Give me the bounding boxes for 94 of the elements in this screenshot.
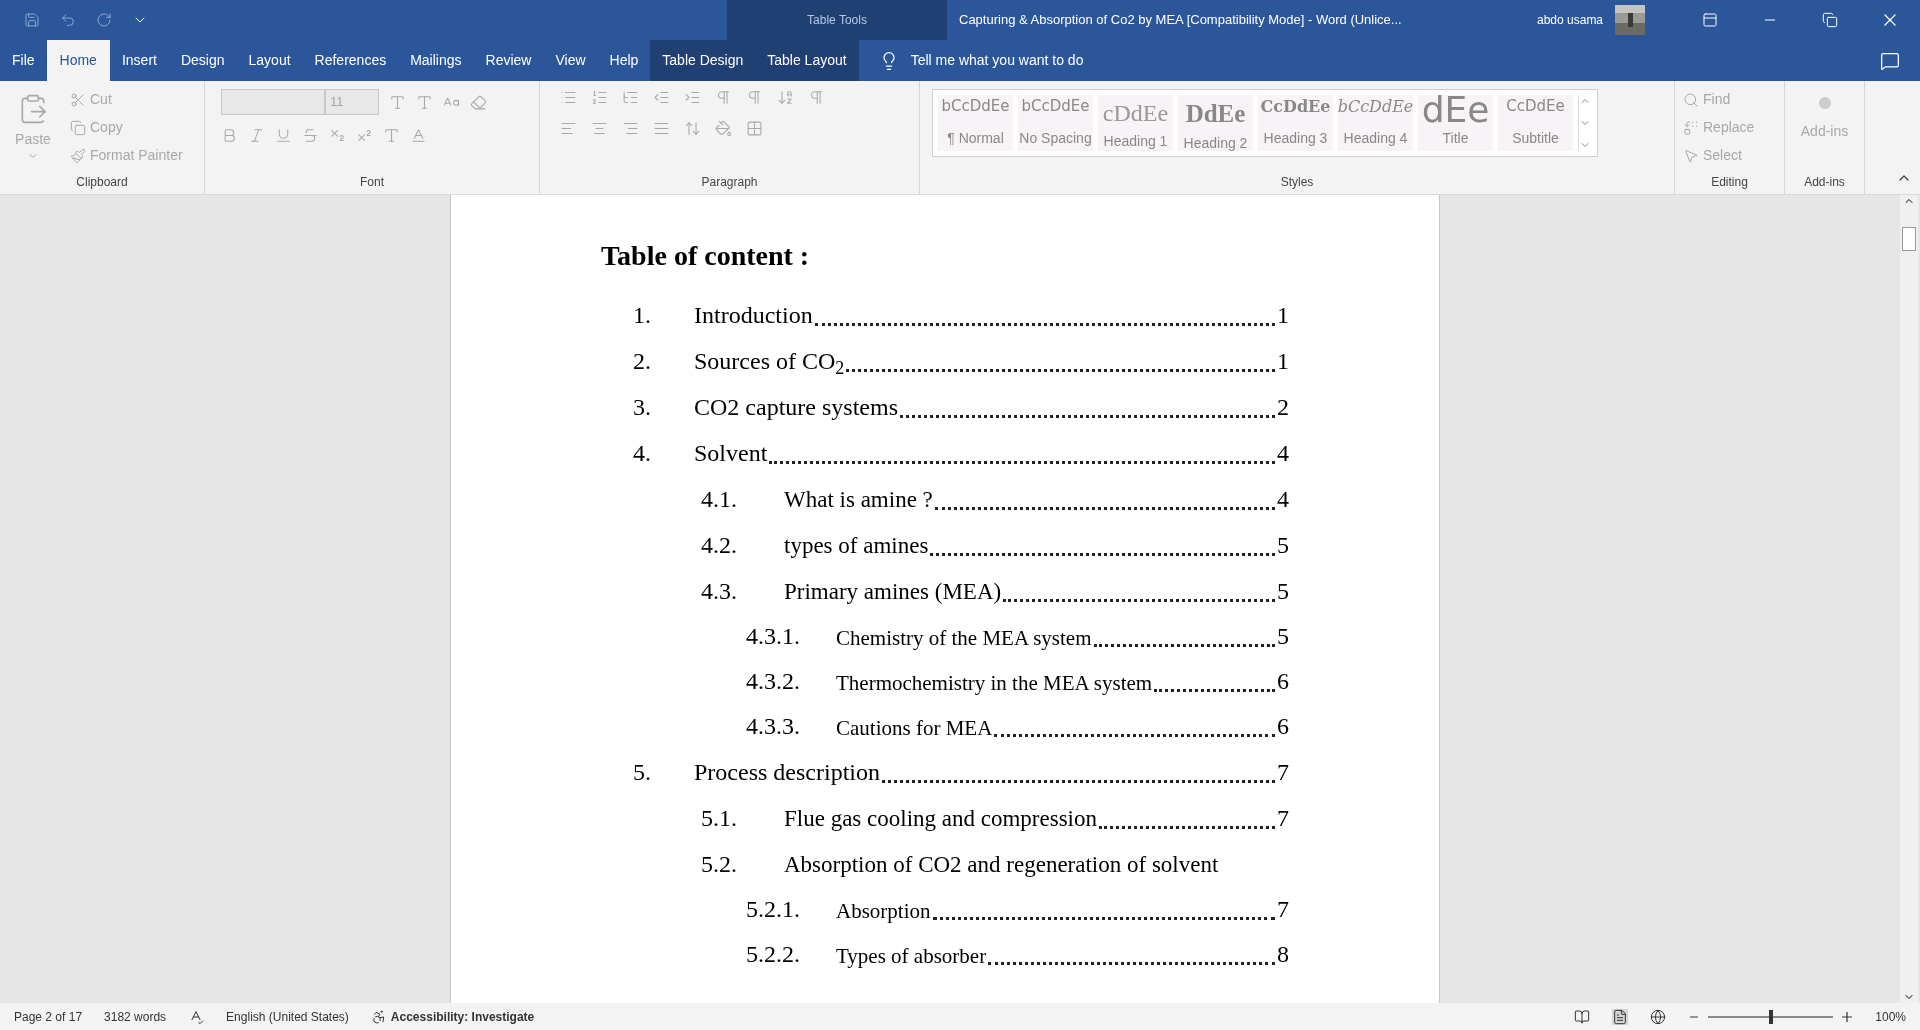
ribbon-tab[interactable]: Help — [597, 40, 651, 81]
toc-number: 4.3.3. — [745, 712, 801, 741]
ribbon-tab[interactable]: References — [302, 40, 399, 81]
copy-icon — [70, 119, 86, 136]
pointer-icon — [1683, 147, 1699, 164]
scroll-thumb[interactable] — [1902, 227, 1916, 251]
zoom-level[interactable]: 100% — [1875, 1007, 1906, 1026]
comments-icon[interactable] — [1880, 51, 1900, 71]
accessibility-icon — [370, 1008, 387, 1025]
toc-number: 4.3.2. — [745, 667, 801, 696]
page-number: 4 — [1277, 485, 1289, 514]
window-title: Capturing & Absorption of Co2 by MEA [Compatibility Mode] - Word (Unlice... — [958, 11, 1403, 30]
toc-number: 5. — [632, 758, 652, 787]
toc-heading: Table of content : — [601, 239, 811, 273]
toc-title: Process description — [694, 758, 880, 787]
gallery-scroll[interactable] — [1578, 95, 1592, 151]
toc-number: 4.1. — [700, 485, 738, 514]
toc-title: Types of absorber — [836, 942, 987, 970]
page-number: 6 — [1277, 712, 1289, 741]
ribbon-tab[interactable]: Review — [473, 40, 544, 81]
word-count[interactable]: 3182 words — [104, 1007, 167, 1026]
ribbon-tab[interactable]: Layout — [236, 40, 303, 81]
group-label: Styles — [1279, 174, 1315, 191]
replace-icon — [1683, 119, 1699, 136]
toc-number: 3. — [632, 393, 652, 422]
save-icon[interactable] — [24, 12, 40, 28]
toc-number: 5.2.1. — [745, 895, 801, 924]
zoom-slider[interactable] — [1708, 1009, 1834, 1024]
vertical-scrollbar[interactable] — [1900, 195, 1918, 1003]
read-mode-icon[interactable] — [1574, 1008, 1591, 1025]
toc-number: 5.2.2. — [745, 940, 801, 969]
redo-icon[interactable] — [96, 12, 112, 28]
toc-number: 1. — [632, 301, 652, 330]
toc-number: 4.3. — [700, 577, 738, 606]
search-icon — [1683, 91, 1699, 108]
toc-title: Flue gas cooling and compression — [784, 804, 1097, 833]
toc-title: Chemistry of the MEA system — [836, 624, 1092, 652]
toc-number: 5.2. — [700, 850, 738, 879]
ribbon-tab[interactable]: Design — [168, 40, 237, 81]
toc-number: 5.1. — [700, 804, 738, 833]
page-count[interactable]: Page 2 of 17 — [14, 1007, 83, 1026]
ribbon-display-icon[interactable] — [1702, 12, 1718, 28]
group-label: Paragraph — [700, 174, 759, 191]
print-layout-icon[interactable] — [1612, 1008, 1629, 1025]
undo-icon[interactable] — [60, 12, 76, 28]
toc-title: Sources of CO$_{2}$ — [694, 347, 845, 379]
ribbon-tab[interactable]: Insert — [109, 40, 169, 81]
toc-title: What is amine ? — [784, 485, 933, 514]
tell-me-field[interactable]: Tell me what you want to do — [910, 50, 1171, 71]
zoom-in-icon[interactable] — [1841, 1010, 1854, 1023]
page-number: 1 — [1277, 301, 1289, 330]
toc-title: Thermochemistry in the MEA system — [836, 669, 1153, 697]
page-number: 1 — [1277, 347, 1289, 376]
page-number: 4 — [1277, 439, 1289, 468]
scissors-icon — [70, 91, 86, 108]
ribbon-tab[interactable]: Table Design — [650, 40, 756, 81]
contextual-tab-header: Table Tools — [727, 0, 947, 40]
group-label: Add-ins — [1803, 174, 1846, 191]
page-number: 5 — [1277, 622, 1289, 651]
toc-title: Introduction — [694, 301, 813, 330]
group-label: Editing — [1710, 174, 1749, 191]
paintbrush-icon — [70, 147, 86, 164]
page-number: 5 — [1277, 531, 1289, 560]
page-number: 5 — [1277, 577, 1289, 606]
ribbon-tab[interactable]: View — [543, 40, 598, 81]
language-status[interactable]: English (United States) — [226, 1007, 349, 1026]
ribbon-tab[interactable]: Mailings — [398, 40, 474, 81]
page-number: 6 — [1277, 667, 1289, 696]
ribbon-tab[interactable]: File — [0, 40, 47, 81]
toc-number: 2. — [632, 347, 652, 376]
restore-icon[interactable] — [1822, 12, 1838, 28]
ribbon-tab[interactable]: Table Layout — [755, 40, 859, 81]
proofing-icon[interactable] — [188, 1008, 205, 1025]
group-label: Clipboard — [75, 174, 129, 191]
user-name[interactable]: abdo usama — [1537, 11, 1604, 29]
toc-title: Absorption of CO2 and regeneration of solvent — [784, 850, 1219, 879]
toc-title: Absorption — [836, 897, 931, 925]
toc-title: CO2 capture systems — [694, 393, 898, 422]
web-layout-icon[interactable] — [1650, 1008, 1667, 1025]
toc-title: Primary amines (MEA) — [784, 577, 1002, 606]
ribbon-tab[interactable]: Home — [46, 40, 110, 81]
accessibility-status[interactable]: Accessibility: Investigate — [370, 1007, 535, 1026]
toc-number: 4. — [632, 439, 652, 468]
page-number: 8 — [1277, 940, 1289, 969]
group-label: Font — [359, 174, 385, 191]
page-number: 2 — [1277, 393, 1289, 422]
page-number: 7 — [1277, 895, 1289, 924]
toc-number: 4.2. — [700, 531, 738, 560]
page-number: 7 — [1277, 804, 1289, 833]
toc-title: types of amines — [784, 531, 929, 560]
toc-title: Cautions for MEA — [836, 714, 993, 742]
toc-number: 4.3.1. — [745, 622, 801, 651]
page-number: 7 — [1277, 758, 1289, 787]
toc-title: Solvent — [694, 439, 768, 468]
